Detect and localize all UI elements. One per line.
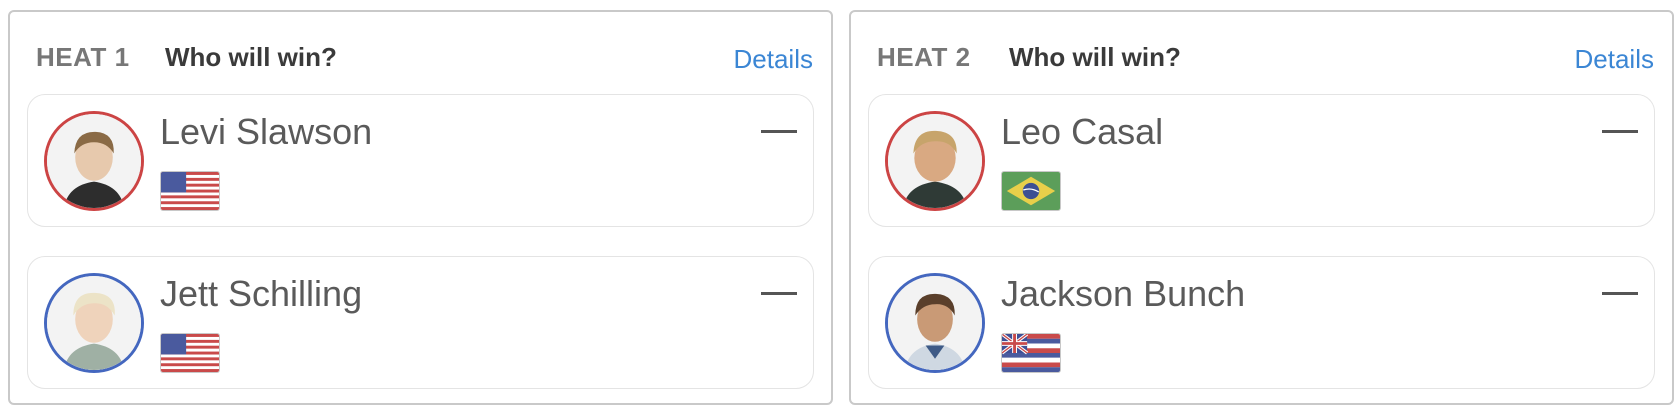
usa-flag-icon [160, 171, 220, 211]
heat-2-details-link[interactable]: Details [1575, 44, 1654, 75]
heat-1-header: HEAT 1 Who will win? Details [28, 34, 813, 74]
surfer-card-jackson-bunch[interactable]: Jackson Bunch [868, 256, 1655, 389]
surfer-card-jett-schilling[interactable]: Jett Schilling [27, 256, 814, 389]
hawaii-flag-icon [1001, 333, 1061, 373]
heat-label: HEAT 1 [36, 42, 130, 72]
heat-2-panel: HEAT 2 Who will win? Details Leo Casal J… [849, 10, 1674, 405]
surfer-avatar [44, 111, 144, 211]
brazil-flag-icon [1001, 171, 1061, 211]
surfer-card-levi-slawson[interactable]: Levi Slawson [27, 94, 814, 227]
heat-question: Who will win? [1009, 42, 1181, 72]
pick-indicator-dash [761, 292, 797, 295]
pick-indicator-dash [1602, 292, 1638, 295]
heat-1-panel: HEAT 1 Who will win? Details Levi Slawso… [8, 10, 833, 405]
surfer-name: Leo Casal [1001, 111, 1164, 152]
surfer-name: Levi Slawson [160, 111, 373, 152]
surfer-avatar [885, 111, 985, 211]
heat-2-header: HEAT 2 Who will win? Details [869, 34, 1654, 74]
heat-1-details-link[interactable]: Details [734, 44, 813, 75]
surfer-name: Jett Schilling [160, 273, 363, 314]
surfer-avatar [44, 273, 144, 373]
heat-label: HEAT 2 [877, 42, 971, 72]
pick-indicator-dash [1602, 130, 1638, 133]
surfer-avatar [885, 273, 985, 373]
usa-flag-icon [160, 333, 220, 373]
heat-question: Who will win? [165, 42, 337, 72]
surfer-card-leo-casal[interactable]: Leo Casal [868, 94, 1655, 227]
pick-indicator-dash [761, 130, 797, 133]
surfer-name: Jackson Bunch [1001, 273, 1246, 314]
